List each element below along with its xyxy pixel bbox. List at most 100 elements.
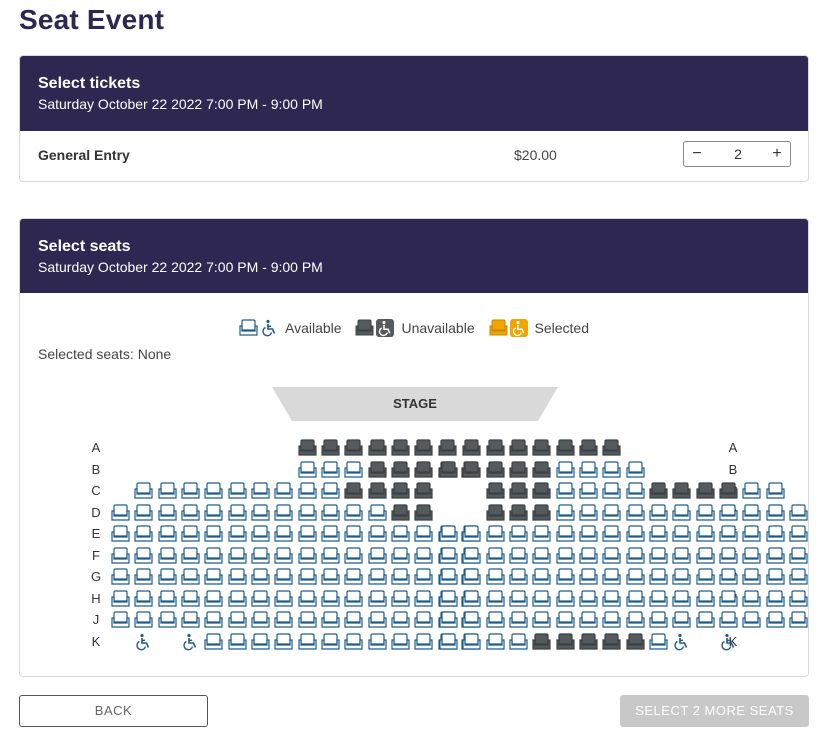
seat-available[interactable]	[766, 546, 785, 565]
seat-available[interactable]	[649, 589, 668, 608]
seat-available[interactable]	[368, 589, 387, 608]
seat-available[interactable]	[742, 589, 761, 608]
seat-available[interactable]	[274, 503, 293, 522]
seat-available[interactable]	[204, 546, 223, 565]
wheelchair-seat-icon[interactable]	[181, 633, 200, 651]
seat-available[interactable]	[696, 589, 715, 608]
seat-available[interactable]	[486, 546, 505, 565]
seat-available[interactable]	[672, 568, 691, 586]
seat-available[interactable]	[556, 482, 575, 500]
seat-available[interactable]	[274, 525, 293, 543]
seat-available[interactable]	[181, 546, 200, 565]
seat-available[interactable]	[391, 546, 410, 565]
seat-available[interactable]	[414, 546, 433, 565]
seat-available[interactable]	[274, 589, 293, 608]
seat-available[interactable]	[298, 568, 317, 586]
seat-available[interactable]	[789, 568, 808, 586]
seat-available[interactable]	[556, 568, 575, 586]
seat-available[interactable]	[556, 460, 575, 479]
seat-available[interactable]	[556, 589, 575, 608]
seat-available[interactable]	[719, 611, 738, 629]
seat-available[interactable]	[391, 611, 410, 629]
seat-available[interactable]	[742, 503, 761, 522]
seat-available[interactable]	[391, 632, 410, 651]
seat-available[interactable]	[158, 482, 177, 500]
seat-available[interactable]	[602, 589, 621, 608]
seat-available[interactable]	[672, 611, 691, 629]
seat-available[interactable]	[414, 525, 433, 543]
seat-available[interactable]	[251, 589, 270, 608]
seat-available[interactable]	[672, 503, 691, 522]
seat-available[interactable]	[532, 568, 551, 586]
seat-available[interactable]	[509, 525, 528, 543]
seat-available[interactable]	[158, 589, 177, 608]
seat-available[interactable]	[696, 611, 715, 629]
seat-available[interactable]	[742, 568, 761, 586]
seat-available[interactable]	[486, 611, 505, 629]
seat-available[interactable]	[298, 503, 317, 522]
seat-available[interactable]	[649, 632, 668, 651]
seat-available[interactable]	[181, 589, 200, 608]
seat-available[interactable]	[696, 503, 715, 522]
seat-available[interactable]	[228, 503, 247, 522]
seat-available[interactable]	[509, 568, 528, 586]
seat-available[interactable]	[602, 525, 621, 543]
seat-available[interactable]	[251, 525, 270, 543]
seat-available[interactable]	[626, 482, 645, 500]
seat-available[interactable]	[602, 482, 621, 500]
seat-available[interactable]	[368, 503, 387, 522]
seat-available[interactable]	[134, 546, 153, 565]
seat-available[interactable]	[274, 546, 293, 565]
seat-available[interactable]	[649, 546, 668, 565]
seat-available[interactable]	[298, 525, 317, 543]
seat-available[interactable]	[134, 482, 153, 500]
seat-available[interactable]	[649, 568, 668, 586]
seat-available[interactable]	[344, 525, 363, 543]
decrease-quantity-button[interactable]: −	[686, 142, 708, 166]
seat-available[interactable]	[439, 546, 458, 565]
seat-available[interactable]	[462, 546, 481, 565]
seat-available[interactable]	[439, 589, 458, 608]
seat-available[interactable]	[789, 546, 808, 565]
seat-available[interactable]	[789, 503, 808, 522]
seat-available[interactable]	[626, 460, 645, 479]
seat-available[interactable]	[579, 460, 598, 479]
seat-available[interactable]	[579, 589, 598, 608]
seat-available[interactable]	[158, 546, 177, 565]
wheelchair-seat-icon[interactable]	[719, 633, 738, 651]
seat-available[interactable]	[251, 568, 270, 586]
seat-available[interactable]	[414, 632, 433, 651]
seat-available[interactable]	[649, 611, 668, 629]
seat-available[interactable]	[321, 568, 340, 586]
seat-available[interactable]	[766, 589, 785, 608]
seat-available[interactable]	[274, 568, 293, 586]
seat-available[interactable]	[204, 568, 223, 586]
seat-available[interactable]	[298, 460, 317, 479]
seat-available[interactable]	[298, 632, 317, 651]
seat-available[interactable]	[696, 568, 715, 586]
seat-available[interactable]	[391, 568, 410, 586]
seat-available[interactable]	[719, 589, 738, 608]
seat-available[interactable]	[509, 632, 528, 651]
select-more-seats-button[interactable]: SELECT 2 MORE SEATS	[620, 695, 809, 727]
seat-available[interactable]	[181, 503, 200, 522]
seat-available[interactable]	[134, 525, 153, 543]
seat-available[interactable]	[696, 546, 715, 565]
wheelchair-seat-icon[interactable]	[672, 633, 691, 651]
seat-available[interactable]	[111, 525, 130, 543]
seat-available[interactable]	[158, 611, 177, 629]
seat-available[interactable]	[579, 546, 598, 565]
wheelchair-seat-icon[interactable]	[134, 633, 153, 651]
seat-available[interactable]	[344, 611, 363, 629]
seat-available[interactable]	[672, 589, 691, 608]
seat-available[interactable]	[719, 568, 738, 586]
seat-available[interactable]	[368, 525, 387, 543]
seat-available[interactable]	[344, 460, 363, 479]
seat-available[interactable]	[462, 525, 481, 543]
seat-available[interactable]	[204, 632, 223, 651]
seat-available[interactable]	[602, 611, 621, 629]
seat-available[interactable]	[532, 525, 551, 543]
seat-available[interactable]	[228, 632, 247, 651]
seat-available[interactable]	[228, 568, 247, 586]
seat-available[interactable]	[321, 611, 340, 629]
